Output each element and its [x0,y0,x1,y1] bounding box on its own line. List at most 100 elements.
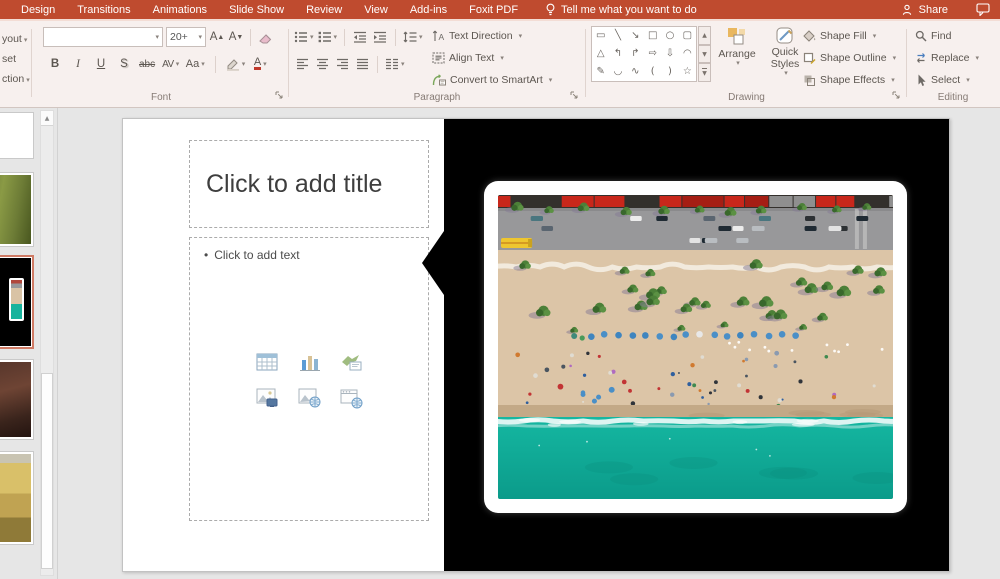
select-button[interactable]: Select ▾ [915,70,970,90]
layout-button[interactable]: yout ▾ [2,33,27,45]
line-spacing-button[interactable]: ▾ [403,27,423,47]
insert-chart-icon[interactable] [296,350,322,374]
font-name-combo[interactable]: ▾ [43,27,163,47]
shape-outline-button[interactable]: Shape Outline ▾ [803,48,896,68]
tab-animations[interactable]: Animations [142,0,218,19]
drawing-dialog-launcher[interactable] [892,90,900,102]
section-button[interactable]: ction ▾ [2,73,30,85]
gallery-scroll-down-button[interactable]: ▼ [698,44,711,64]
tab-slide-show[interactable]: Slide Show [218,0,295,19]
shape-gallery-item-0[interactable]: ▭ [596,31,605,41]
shape-gallery-item-11[interactable]: ◠ [683,49,692,59]
slide-golden-field-thumbnail[interactable] [0,451,34,545]
drawing-group-label: Drawing [728,92,765,103]
slide-blank-thumbnail[interactable] [0,112,34,159]
shape-gallery-item-16[interactable]: ) [668,67,672,77]
shape-gallery-item-14[interactable]: ∿ [631,67,639,77]
gallery-more-button[interactable]: ▼ [698,63,711,83]
tab-view[interactable]: View [353,0,399,19]
align-center-button[interactable] [314,54,330,74]
tab-design[interactable]: Design [10,0,66,19]
bullets-button[interactable]: ▾ [294,27,314,47]
arrange-button[interactable]: Arrange ▾ [713,26,761,67]
bold-button[interactable]: B [47,54,63,74]
title-placeholder[interactable]: Click to add title [189,140,429,228]
character-spacing-button[interactable]: AV ▾ [162,54,179,74]
tab-add-ins[interactable]: Add-ins [399,0,458,19]
scroll-up-button[interactable]: ▲ [41,111,53,126]
find-button[interactable]: Find [915,26,951,46]
replace-button[interactable]: Replace ▾ [915,48,979,68]
justify-button[interactable] [354,54,370,74]
insert-smartart-icon[interactable] [338,350,364,374]
paragraph-group: ▾ ▾ ▾ ▾ A Text Direction ▾ Align Text ▾ … [292,21,582,105]
font-color-button[interactable]: A ▾ [252,54,268,74]
editing-group-label: Editing [937,92,969,103]
grow-font-button[interactable]: A ▲ [209,27,225,47]
shape-gallery-item-2[interactable]: ↘ [631,31,639,41]
outdent-icon [354,31,367,43]
tab-transitions[interactable]: Transitions [66,0,141,19]
dropdown-arrow-icon: ▾ [23,36,28,44]
insert-online-pictures-icon[interactable] [296,386,322,410]
quick-styles-button[interactable]: Quick Styles ▾ [765,26,805,77]
shape-gallery-item-8[interactable]: ↱ [631,49,639,59]
change-case-button[interactable]: Aa ▾ [186,54,205,74]
shrink-font-button[interactable]: A ▼ [228,27,244,47]
shape-gallery-item-15[interactable]: ( [651,67,655,77]
paragraph-dialog-launcher[interactable] [570,90,578,102]
scrollbar-thumb[interactable] [41,373,53,569]
increase-indent-button[interactable] [372,27,388,47]
shape-gallery-item-10[interactable]: ⇩ [666,49,674,59]
powerpoint-window: Design Transitions Animations Slide Show Rev… [0,0,1000,579]
body-placeholder[interactable]: • Click to add text [189,237,429,521]
text-shadow-button[interactable]: S [116,54,132,74]
font-size-combo[interactable]: 20+ ▾ [166,27,206,47]
slide-green-landscape-thumbnail[interactable] [0,172,34,247]
tell-me-box[interactable]: Tell me what you want to do [545,3,697,16]
insert-pictures-icon[interactable] [254,386,280,410]
align-text-icon [432,52,445,64]
slide-dark-photo-thumbnail[interactable] [0,359,34,440]
reset-button[interactable]: set [2,53,16,65]
shape-effects-button[interactable]: Shape Effects ▾ [803,70,895,90]
underline-button[interactable]: U [93,54,109,74]
beach-photo-frame[interactable] [484,181,907,513]
highlight-color-button[interactable]: ▾ [226,54,245,74]
feedback-comment-button[interactable] [976,3,990,16]
columns-button[interactable]: ▾ [385,54,405,74]
tab-review[interactable]: Review [295,0,353,19]
gallery-scroll-up-button[interactable]: ▲ [698,26,711,45]
shape-outline-icon [803,52,816,64]
shape-gallery-item-13[interactable]: ◡ [614,67,623,77]
insert-video-icon[interactable] [338,386,364,410]
align-right-button[interactable] [334,54,350,74]
shape-gallery-item-12[interactable]: ✎ [596,67,604,77]
shape-gallery-item-5[interactable]: ▢ [683,31,692,41]
align-left-button[interactable] [294,54,310,74]
align-text-button[interactable]: Align Text ▾ [432,48,504,68]
font-dialog-launcher[interactable] [275,90,283,102]
text-direction-button[interactable]: A Text Direction ▾ [432,26,522,46]
numbering-button[interactable]: ▾ [318,27,337,47]
slide-thumbnail-panel [0,108,38,579]
thumbnail-scrollbar[interactable]: ▲ [40,110,54,576]
insert-table-icon[interactable] [254,350,280,374]
clear-formatting-button[interactable] [257,27,273,47]
shape-gallery-item-7[interactable]: ↰ [614,49,622,59]
strikethrough-button[interactable]: abc [139,54,155,74]
shape-gallery-item-17[interactable]: ☆ [683,67,692,77]
shape-gallery-item-9[interactable]: ⇨ [648,49,656,59]
italic-button[interactable]: I [70,54,86,74]
decrease-indent-button[interactable] [352,27,368,47]
convert-to-smartart-button[interactable]: Convert to SmartArt ▾ [432,70,552,90]
shape-gallery-item-1[interactable]: ╲ [615,31,621,41]
slide-beach-callout-thumbnail[interactable] [0,255,34,349]
shape-gallery-item-3[interactable]: □ [648,31,657,41]
tab-foxit-pdf[interactable]: Foxit PDF [458,0,529,19]
shape-gallery-item-6[interactable]: △ [597,49,605,59]
shape-gallery-item-4[interactable]: ○ [666,31,675,41]
share-button[interactable]: Share [902,4,948,16]
black-callout-shape[interactable] [422,119,949,571]
shape-fill-button[interactable]: Shape Fill ▾ [803,26,876,46]
